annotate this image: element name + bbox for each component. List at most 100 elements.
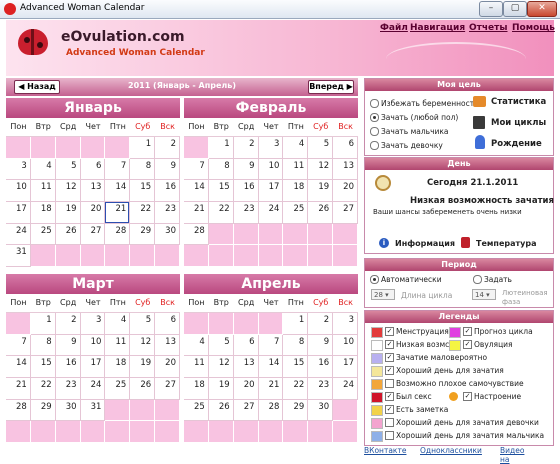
menu-help[interactable]: Помощь [512, 23, 555, 33]
day-cell[interactable]: 25 [105, 378, 131, 400]
day-cell[interactable]: 2 [155, 137, 180, 159]
day-cell[interactable]: 21 [6, 378, 31, 400]
day-cell[interactable]: 13 [80, 180, 106, 203]
day-cell[interactable]: 7 [105, 158, 131, 181]
day-cell[interactable]: 15 [208, 180, 234, 203]
forward-button[interactable]: Вперед ▶ [308, 80, 354, 94]
day-cell[interactable]: 5 [55, 158, 81, 181]
goal-radio-0[interactable] [370, 99, 379, 108]
close-button[interactable]: ✕ [527, 1, 557, 17]
goal-radio-3[interactable] [370, 141, 379, 150]
day-cell[interactable]: 10 [258, 158, 284, 181]
day-cell[interactable]: 17 [80, 356, 106, 379]
day-cell[interactable]: 20 [80, 202, 106, 224]
day-cell[interactable]: 10 [6, 180, 31, 203]
day-cell[interactable]: 24 [6, 223, 31, 246]
information-button[interactable]: Информация [395, 239, 455, 248]
day-cell[interactable]: 1 [130, 137, 156, 159]
day-cell[interactable]: 5 [208, 334, 234, 357]
mood-checkbox[interactable]: ✓ [463, 392, 472, 401]
set-radio[interactable] [473, 275, 482, 284]
day-cell[interactable]: 23 [155, 202, 180, 224]
maximize-button[interactable]: ▢ [503, 1, 527, 17]
day-cell[interactable]: 2 [55, 313, 81, 335]
day-cell[interactable]: 24 [333, 378, 358, 400]
day-cell[interactable]: 6 [155, 313, 180, 335]
day-cell[interactable]: 5 [130, 313, 156, 335]
day-cell[interactable]: 21 [105, 202, 131, 224]
day-cell[interactable]: 30 [155, 223, 180, 246]
day-cell[interactable]: 23 [233, 202, 259, 224]
day-cell[interactable]: 19 [130, 356, 156, 379]
day-cell[interactable]: 17 [6, 202, 31, 224]
minimize-button[interactable]: – [479, 1, 503, 17]
day-cell[interactable]: 9 [155, 158, 180, 181]
day-cell[interactable]: 19 [208, 378, 234, 400]
day-cell[interactable]: 18 [105, 356, 131, 379]
temperature-button[interactable]: Температура [476, 239, 536, 248]
day-cell[interactable]: 8 [130, 158, 156, 181]
day-cell[interactable]: 26 [308, 202, 334, 224]
day-cell[interactable]: 28 [6, 399, 31, 422]
day-cell[interactable]: 26 [130, 378, 156, 400]
day-cell[interactable]: 23 [55, 378, 81, 400]
legend-item-3-checkbox[interactable]: ✓ [385, 392, 394, 401]
day-cell[interactable]: 9 [233, 158, 259, 181]
day-cell[interactable]: 2 [233, 137, 259, 159]
day-cell[interactable]: 6 [233, 334, 259, 357]
day-cell[interactable]: 8 [208, 158, 234, 181]
day-cell[interactable]: 4 [30, 158, 56, 181]
statistics-button[interactable]: Статистика [491, 97, 546, 107]
day-cell[interactable]: 9 [308, 334, 334, 357]
day-cell[interactable]: 26 [208, 399, 234, 422]
day-cell[interactable]: 1 [283, 313, 309, 335]
auto-radio[interactable] [370, 275, 379, 284]
day-cell[interactable]: 20 [233, 378, 259, 400]
legend-r2-0-checkbox[interactable]: ✓ [385, 340, 394, 349]
day-cell[interactable]: 10 [333, 334, 358, 357]
day-cell[interactable]: 16 [55, 356, 81, 379]
day-cell[interactable]: 28 [258, 399, 284, 422]
day-cell[interactable]: 3 [258, 137, 284, 159]
menu-reports[interactable]: Отчеты [469, 23, 508, 33]
day-cell[interactable]: 18 [184, 378, 209, 400]
day-cell[interactable]: 12 [130, 334, 156, 357]
day-cell[interactable]: 31 [6, 245, 31, 268]
day-cell[interactable]: 13 [233, 356, 259, 379]
day-cell[interactable]: 1 [208, 137, 234, 159]
day-cell[interactable]: 7 [184, 158, 209, 181]
day-cell[interactable]: 4 [283, 137, 309, 159]
legend-item-2-checkbox[interactable] [385, 379, 394, 388]
day-cell[interactable]: 19 [55, 202, 81, 224]
day-cell[interactable]: 14 [105, 180, 131, 203]
goal-radio-1[interactable] [370, 113, 379, 122]
day-cell[interactable]: 16 [233, 180, 259, 203]
day-cell[interactable]: 7 [258, 334, 284, 357]
goal-radio-2[interactable] [370, 127, 379, 136]
day-cell[interactable]: 29 [30, 399, 56, 422]
day-cell[interactable]: 25 [184, 399, 209, 422]
day-cell[interactable]: 23 [308, 378, 334, 400]
day-cell[interactable]: 20 [333, 180, 358, 203]
day-cell[interactable]: 8 [30, 334, 56, 357]
day-cell[interactable]: 17 [333, 356, 358, 379]
day-cell[interactable]: 31 [80, 399, 106, 422]
day-cell[interactable]: 4 [105, 313, 131, 335]
day-cell[interactable]: 27 [80, 223, 106, 246]
day-cell[interactable]: 22 [283, 378, 309, 400]
my-cycles-button[interactable]: Мои циклы [491, 118, 546, 128]
video-link[interactable]: Видео на [500, 446, 524, 464]
day-cell[interactable]: 12 [55, 180, 81, 203]
day-cell[interactable]: 18 [283, 180, 309, 203]
menu-file[interactable]: Файл [380, 23, 408, 33]
vk-link[interactable]: ВКонтакте [364, 446, 406, 455]
day-cell[interactable]: 11 [283, 158, 309, 181]
day-cell[interactable]: 15 [283, 356, 309, 379]
day-cell[interactable]: 19 [308, 180, 334, 203]
menu-navigation[interactable]: Навигация [410, 23, 465, 33]
day-cell[interactable]: 27 [333, 202, 358, 224]
day-cell[interactable]: 27 [233, 399, 259, 422]
day-cell[interactable]: 30 [55, 399, 81, 422]
day-cell[interactable]: 13 [333, 158, 358, 181]
legend-r1-1-checkbox[interactable]: ✓ [463, 327, 472, 336]
